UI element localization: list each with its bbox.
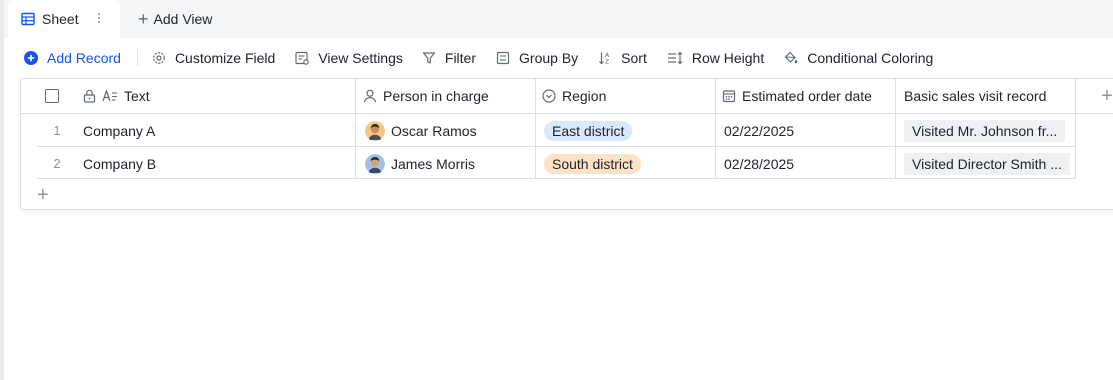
customize-field-label: Customize Field (174, 50, 276, 66)
header-row: Text Person in charge Region Estimated o… (21, 79, 1113, 114)
gear-icon (152, 51, 170, 65)
record-chip: Visited Mr. Johnson fr... (904, 119, 1066, 142)
data-grid: Text Person in charge Region Estimated o… (20, 78, 1113, 210)
cell-text-value: Company B (83, 155, 157, 172)
column-divider (715, 79, 716, 179)
column-header-person[interactable]: Person in charge (363, 79, 535, 113)
column-header-person-label: Person in charge (383, 88, 489, 104)
column-header-record[interactable]: Basic sales visit record (904, 79, 1076, 113)
svg-text:Z: Z (605, 59, 609, 66)
select-all-checkbox[interactable] (45, 79, 85, 113)
cell-record[interactable]: Visited Director Smith ... (904, 147, 1076, 180)
add-view-button[interactable]: + Add View (138, 0, 212, 38)
add-row-button[interactable]: + (37, 185, 49, 205)
more-vertical-icon[interactable] (94, 10, 104, 26)
sort-icon: AZ (598, 51, 616, 65)
column-divider (1075, 79, 1076, 179)
plus-icon: + (1101, 85, 1113, 107)
group-icon (496, 51, 514, 65)
sheet-panel: Add Record Customize Field View Settings… (4, 38, 1113, 380)
cell-date[interactable]: 02/22/2025 (724, 114, 896, 147)
table-row[interactable]: 2 Company B James Morris South district … (21, 147, 1076, 180)
cell-region[interactable]: South district (544, 147, 714, 180)
group-by-label: Group By (519, 50, 579, 66)
record-chip: Visited Director Smith ... (904, 152, 1070, 175)
cell-date[interactable]: 02/28/2025 (724, 147, 896, 180)
tab-sheet-label: Sheet (42, 11, 79, 27)
view-settings-label: View Settings (318, 50, 403, 66)
toolbar-divider (136, 50, 138, 66)
tab-sheet[interactable]: Sheet (8, 0, 120, 38)
cell-person-value: Oscar Ramos (391, 122, 477, 139)
cell-date-value: 02/28/2025 (724, 155, 795, 172)
grid-icon (21, 12, 35, 26)
region-tag: South district (544, 153, 641, 174)
cell-person-value: James Morris (391, 155, 476, 172)
column-header-record-label: Basic sales visit record (904, 88, 1047, 104)
add-record-label: Add Record (47, 50, 121, 66)
text-field-icon (102, 89, 118, 103)
view-settings-button[interactable]: View Settings (295, 46, 403, 70)
view-settings-icon (295, 51, 313, 65)
column-header-date-label: Estimated order date (742, 88, 872, 104)
region-tag: East district (544, 120, 633, 141)
filter-button[interactable]: Filter (422, 46, 476, 70)
cell-person[interactable]: James Morris (365, 147, 535, 180)
filter-icon (422, 51, 440, 65)
row-number: 2 (53, 156, 61, 171)
column-divider (535, 79, 536, 179)
row-height-icon (667, 51, 687, 65)
cell-text-value: Company A (83, 122, 156, 139)
row-divider (37, 146, 1076, 147)
avatar (365, 153, 385, 174)
add-column-button[interactable]: + (1093, 79, 1113, 113)
column-header-date[interactable]: Estimated order date (722, 79, 897, 113)
customize-field-button[interactable]: Customize Field (152, 46, 275, 70)
paint-bucket-icon (784, 51, 802, 65)
column-header-region-label: Region (562, 88, 607, 104)
plus-icon: + (37, 184, 49, 206)
cell-text[interactable]: Company A (83, 114, 353, 147)
row-height-button[interactable]: Row Height (667, 46, 764, 70)
row-number: 1 (53, 123, 61, 138)
avatar (365, 120, 385, 141)
row-divider (37, 178, 1076, 179)
cell-record[interactable]: Visited Mr. Johnson fr... (904, 114, 1076, 147)
conditional-coloring-button[interactable]: Conditional Coloring (784, 46, 933, 70)
single-select-icon (542, 89, 556, 103)
table-row[interactable]: 1 Company A Oscar Ramos East district 02… (21, 114, 1076, 147)
cell-region[interactable]: East district (544, 114, 714, 147)
conditional-coloring-label: Conditional Coloring (807, 50, 934, 66)
plus-circle-icon (24, 51, 42, 65)
add-view-label: Add View (153, 11, 213, 27)
person-icon (363, 89, 377, 103)
group-by-button[interactable]: Group By (496, 46, 578, 70)
column-header-text[interactable]: Text (83, 79, 355, 113)
column-divider (355, 79, 356, 179)
column-divider (895, 79, 896, 179)
toolbar: Add Record Customize Field View Settings… (24, 46, 933, 70)
calendar-icon (722, 89, 736, 103)
filter-label: Filter (444, 50, 477, 66)
add-record-button[interactable]: Add Record (24, 46, 121, 70)
lock-icon (83, 89, 96, 103)
cell-person[interactable]: Oscar Ramos (365, 114, 535, 147)
tab-bar: Sheet + Add View (4, 0, 1113, 38)
checkbox[interactable] (45, 89, 59, 103)
cell-text[interactable]: Company B (83, 147, 353, 180)
sort-button[interactable]: AZ Sort (598, 46, 647, 70)
row-height-label: Row Height (691, 50, 765, 66)
column-header-text-label: Text (124, 88, 150, 104)
column-header-region[interactable]: Region (542, 79, 714, 113)
sort-label: Sort (621, 50, 647, 66)
plus-icon: + (138, 9, 149, 29)
cell-date-value: 02/22/2025 (724, 122, 795, 139)
